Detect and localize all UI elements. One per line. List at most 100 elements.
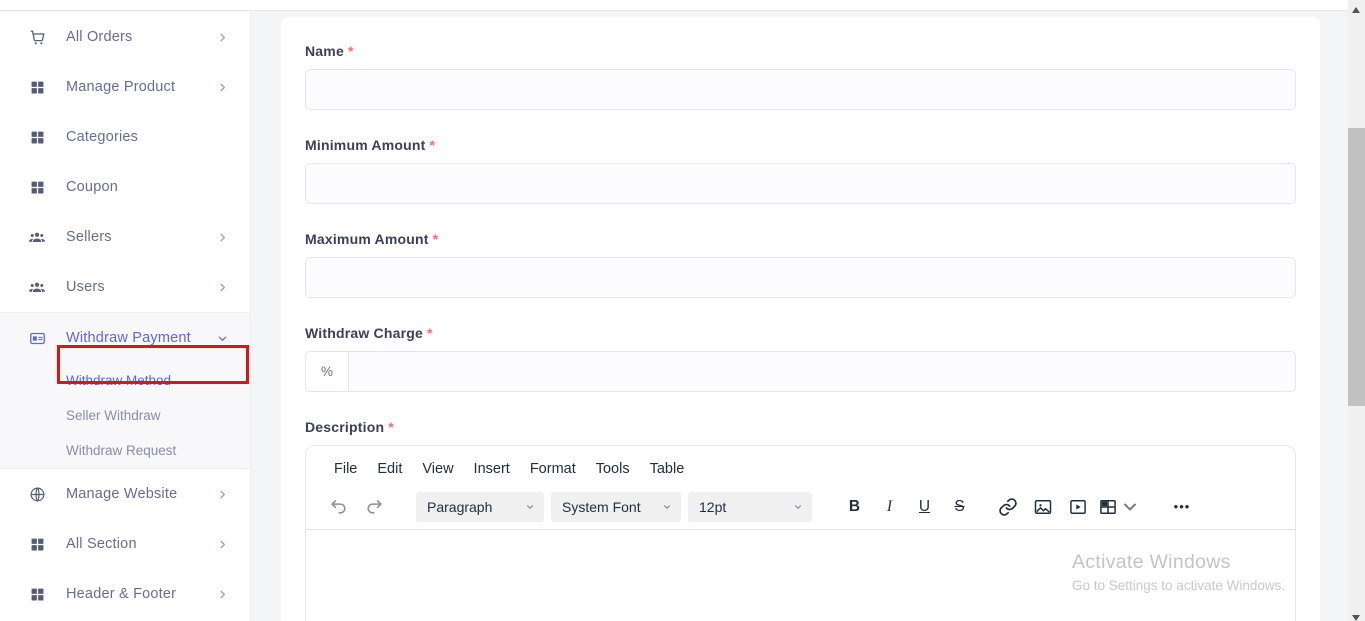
grid-icon xyxy=(28,78,46,96)
withdraw-charge-label: Withdraw Charge* xyxy=(305,325,1296,341)
sidebar-item-manage-product[interactable]: Manage Product xyxy=(0,62,250,112)
withdraw-charge-input[interactable] xyxy=(349,351,1296,392)
main-content: Name* Minimum Amount* Maximum Amount* Wi… xyxy=(252,12,1348,621)
grid-icon xyxy=(28,178,46,196)
percent-addon: % xyxy=(305,351,349,392)
field-group-minimum-amount: Minimum Amount* xyxy=(305,137,1296,204)
sidebar-item-label: Users xyxy=(66,279,217,295)
sidebar-item-label: All Orders xyxy=(66,29,217,45)
sidebar-subitem-label: Withdraw Request xyxy=(66,443,176,458)
required-asterisk: * xyxy=(388,419,394,435)
link-icon[interactable] xyxy=(991,492,1024,522)
maximum-amount-label-text: Maximum Amount xyxy=(305,231,429,247)
globe-icon xyxy=(28,485,46,503)
sidebar-item-all-orders[interactable]: All Orders xyxy=(0,12,250,62)
sidebar-subitem-label: Withdraw Method xyxy=(66,373,171,388)
block-format-select[interactable]: Paragraph xyxy=(416,492,544,522)
field-group-withdraw-charge: Withdraw Charge* % xyxy=(305,325,1296,392)
name-label-text: Name xyxy=(305,43,344,59)
minimum-amount-label: Minimum Amount* xyxy=(305,137,1296,153)
editor-menu-tools[interactable]: Tools xyxy=(591,458,635,480)
users-icon xyxy=(28,278,46,296)
sidebar-item-sellers[interactable]: Sellers xyxy=(0,212,250,262)
editor-menu-insert[interactable]: Insert xyxy=(469,458,515,480)
editor-toolbar: Paragraph System Font 12pt B I U S xyxy=(306,484,1295,530)
field-group-maximum-amount: Maximum Amount* xyxy=(305,231,1296,298)
minimum-amount-label-text: Minimum Amount xyxy=(305,137,426,153)
sidebar-item-coupon[interactable]: Coupon xyxy=(0,162,250,212)
editor-content-area[interactable] xyxy=(306,530,1295,621)
sidebar: All Orders Manage Product Categories Cou… xyxy=(0,12,251,621)
sidebar-subitem-withdraw-request[interactable]: Withdraw Request xyxy=(0,433,250,468)
scrollbar-thumb[interactable] xyxy=(1348,128,1365,406)
sidebar-item-label: Manage Product xyxy=(66,79,217,95)
chevron-right-icon xyxy=(217,232,228,243)
payment-card-icon xyxy=(28,329,46,347)
strikethrough-button[interactable]: S xyxy=(944,492,975,522)
sidebar-item-all-section[interactable]: All Section xyxy=(0,519,250,569)
chevron-down-icon xyxy=(662,502,672,512)
chevron-down-icon xyxy=(525,502,535,512)
insert-table-icon[interactable] xyxy=(1096,492,1142,522)
chevron-right-icon xyxy=(217,539,228,550)
bold-button[interactable]: B xyxy=(839,492,870,522)
users-icon xyxy=(28,228,46,246)
sidebar-item-withdraw-payment[interactable]: Withdraw Payment xyxy=(0,313,250,363)
sidebar-item-manage-website[interactable]: Manage Website xyxy=(0,469,250,519)
withdraw-charge-input-group: % xyxy=(305,351,1296,392)
description-label: Description* xyxy=(305,419,1296,435)
grid-icon xyxy=(28,128,46,146)
editor-menu-file[interactable]: File xyxy=(329,458,362,480)
chevron-down-icon xyxy=(793,502,803,512)
rich-text-editor: File Edit View Insert Format Tools Table xyxy=(305,445,1296,621)
required-asterisk: * xyxy=(348,43,354,59)
sidebar-item-label: Coupon xyxy=(66,179,228,195)
sidebar-item-categories[interactable]: Categories xyxy=(0,112,250,162)
description-label-text: Description xyxy=(305,419,384,435)
editor-menu-view[interactable]: View xyxy=(417,458,458,480)
sidebar-item-label: Manage Website xyxy=(66,486,217,502)
chevron-right-icon xyxy=(217,32,228,43)
sidebar-item-users[interactable]: Users xyxy=(0,262,250,312)
sidebar-item-label: Header & Footer xyxy=(66,586,217,602)
font-family-select[interactable]: System Font xyxy=(551,492,681,522)
chevron-right-icon xyxy=(217,489,228,500)
scrollbar-up-arrow-icon[interactable] xyxy=(1352,7,1360,13)
maximum-amount-input[interactable] xyxy=(305,257,1296,298)
editor-menu-edit[interactable]: Edit xyxy=(372,458,407,480)
chevron-right-icon xyxy=(217,282,228,293)
more-toolbar-options-button[interactable]: ••• xyxy=(1164,499,1200,514)
font-size-value: 12pt xyxy=(699,499,726,515)
redo-button[interactable] xyxy=(362,492,386,522)
sidebar-item-label: Sellers xyxy=(66,229,217,245)
italic-button[interactable]: I xyxy=(874,492,905,522)
sidebar-item-header-footer[interactable]: Header & Footer xyxy=(0,569,250,619)
required-asterisk: * xyxy=(427,325,433,341)
editor-menubar: File Edit View Insert Format Tools Table xyxy=(306,446,1295,484)
required-asterisk: * xyxy=(430,137,436,153)
vertical-scrollbar[interactable] xyxy=(1348,0,1365,621)
sidebar-subitem-seller-withdraw[interactable]: Seller Withdraw xyxy=(0,398,250,433)
font-size-select[interactable]: 12pt xyxy=(688,492,812,522)
editor-menu-format[interactable]: Format xyxy=(525,458,581,480)
name-input[interactable] xyxy=(305,69,1296,110)
font-family-value: System Font xyxy=(562,499,641,515)
underline-button[interactable]: U xyxy=(909,492,940,522)
chevron-down-icon xyxy=(1120,497,1140,517)
withdraw-charge-label-text: Withdraw Charge xyxy=(305,325,423,341)
chevron-right-icon xyxy=(217,589,228,600)
required-asterisk: * xyxy=(433,231,439,247)
undo-button[interactable] xyxy=(326,492,350,522)
sidebar-item-label: Withdraw Payment xyxy=(66,330,217,346)
minimum-amount-input[interactable] xyxy=(305,163,1296,204)
sidebar-item-label: All Section xyxy=(66,536,217,552)
sidebar-subitem-withdraw-method[interactable]: Withdraw Method xyxy=(0,363,250,398)
withdraw-method-form-card: Name* Minimum Amount* Maximum Amount* Wi… xyxy=(281,17,1320,621)
grid-icon xyxy=(28,585,46,603)
insert-media-icon[interactable] xyxy=(1061,492,1094,522)
maximum-amount-label: Maximum Amount* xyxy=(305,231,1296,247)
insert-image-icon[interactable] xyxy=(1026,492,1059,522)
editor-menu-table[interactable]: Table xyxy=(645,458,690,480)
cart-icon xyxy=(28,28,46,46)
scrollbar-down-arrow-icon[interactable] xyxy=(1352,615,1360,621)
